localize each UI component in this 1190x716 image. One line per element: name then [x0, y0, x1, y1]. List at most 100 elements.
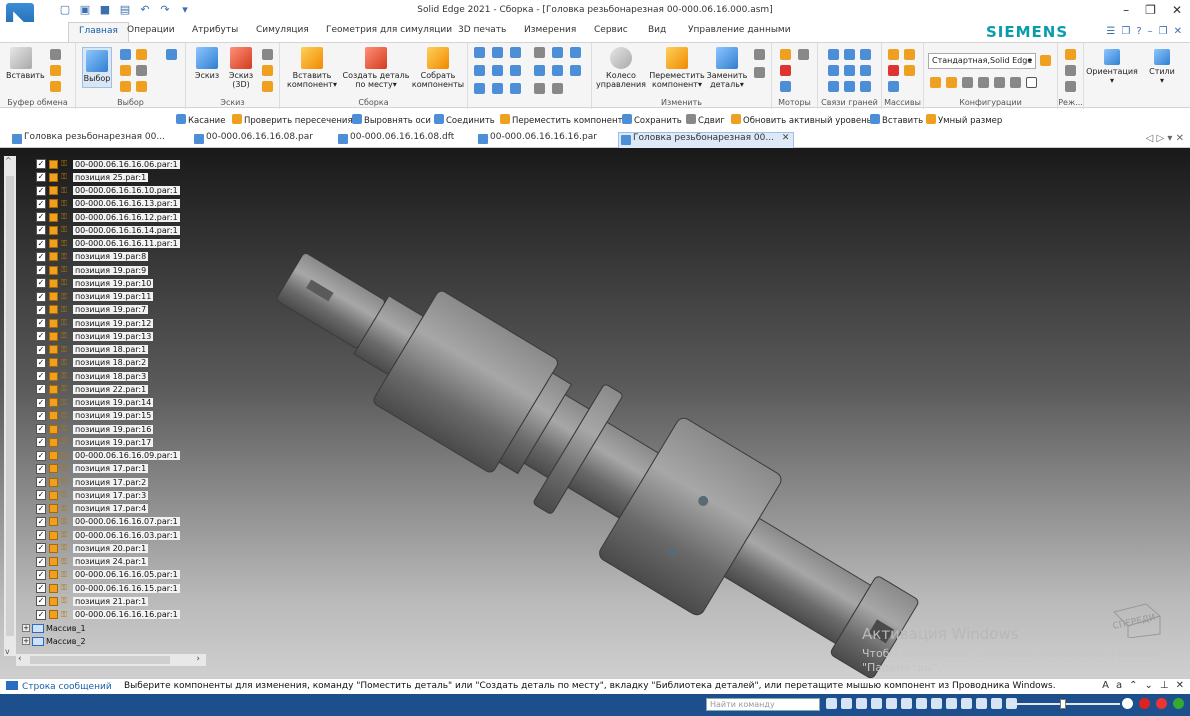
select-box-icon[interactable]	[120, 81, 131, 92]
relation-13-icon[interactable]	[474, 83, 485, 94]
tab-data-management[interactable]: Управление данными	[688, 25, 791, 35]
array-2-icon[interactable]	[904, 49, 915, 60]
tree-item[interactable]: ✓ ⚿ позиция 18.par:2	[36, 357, 149, 369]
tab-view[interactable]: Вид	[648, 25, 666, 35]
styles-button[interactable]: Стили ▾	[1142, 49, 1182, 85]
tree-item[interactable]: ✓ ⚿ 00-000.06.16.16.16.par:1	[36, 609, 180, 621]
visibility-checkbox[interactable]: ✓	[36, 291, 46, 302]
array-4-icon[interactable]	[904, 65, 915, 76]
relation-9-icon[interactable]	[510, 65, 521, 76]
tab-sim-geometry[interactable]: Геометрия для симуляции	[326, 25, 452, 35]
relation-15-icon[interactable]	[510, 83, 521, 94]
visibility-icon[interactable]	[946, 698, 957, 709]
visibility-checkbox[interactable]: ✓	[36, 397, 46, 408]
sketch-button[interactable]: Эскиз	[192, 47, 222, 80]
tree-item[interactable]: ✓ ⚿ 00-000.06.16.16.14.par:1	[36, 224, 180, 236]
face-rel-1-icon[interactable]	[828, 49, 839, 60]
rotate-icon[interactable]	[901, 698, 912, 709]
layout-icon[interactable]: ☰	[1106, 26, 1115, 37]
fit-icon[interactable]	[871, 698, 882, 709]
font-size-up-icon[interactable]: A	[1102, 680, 1109, 691]
tab-home[interactable]: Главная	[68, 22, 129, 42]
config-7-icon[interactable]	[1026, 77, 1037, 88]
create-in-place-button[interactable]: Создать деталь по месту▾	[342, 47, 410, 89]
cmd-align-axes[interactable]: Выровнять оси	[352, 114, 431, 126]
tree-horizontal-scrollbar[interactable]: ‹ ›	[16, 654, 206, 666]
replace-part-button[interactable]: Заменить деталь▾	[706, 47, 748, 89]
render-icon[interactable]	[991, 698, 1002, 709]
cmd-connect[interactable]: Соединить	[434, 114, 495, 126]
select-filter-icon[interactable]	[120, 49, 131, 60]
tree-item[interactable]: ✓ ⚿ 00-000.06.16.16.03.par:1	[36, 529, 180, 541]
relation-3-icon[interactable]	[510, 47, 521, 58]
visibility-checkbox[interactable]: ✓	[36, 225, 46, 236]
tree-item[interactable]: ✓ ⚿ позиция 17.par:3	[36, 489, 149, 501]
doc-close-icon[interactable]: ✕	[1174, 26, 1182, 37]
zoom-area-icon[interactable]	[841, 698, 852, 709]
tree-item[interactable]: ✓ ⚿ позиция 19.par:14	[36, 397, 154, 409]
visibility-checkbox[interactable]: ✓	[36, 530, 46, 540]
tree-item[interactable]: ✓ ⚿ позиция 19.par:17	[36, 436, 154, 448]
doc-restore-icon[interactable]: ❐	[1159, 26, 1168, 37]
close-panel-icon[interactable]: ✕	[1176, 680, 1184, 691]
doc-tab-assembly-active[interactable]: Головка резьбонарезная 00... ✕	[618, 132, 795, 148]
visibility-checkbox[interactable]: ✓	[36, 198, 46, 209]
tree-item[interactable]: ✓ ⚿ позиция 19.par:11	[36, 291, 154, 303]
doc-tab-dft-08[interactable]: 00-000.06.16.16.08.dft	[336, 132, 454, 148]
select-part-icon[interactable]	[136, 49, 147, 60]
visibility-checkbox[interactable]: ✓	[36, 212, 46, 222]
expand-panel-icon[interactable]: ⌃	[1129, 680, 1137, 691]
doc-tab-par-16[interactable]: 00-000.06.16.16.16.par	[476, 132, 597, 148]
select-button[interactable]: Выбор	[82, 47, 112, 88]
visibility-checkbox[interactable]: ✓	[36, 344, 46, 355]
tab-operations[interactable]: Операции	[127, 25, 175, 35]
face-rel-7-icon[interactable]	[828, 81, 839, 92]
tree-vertical-scrollbar[interactable]: ^ v	[4, 156, 16, 656]
visibility-checkbox[interactable]: ✓	[36, 278, 46, 289]
relation-6-icon[interactable]	[570, 47, 581, 58]
paste-button[interactable]: Вставить	[6, 47, 45, 80]
array-5-icon[interactable]	[888, 81, 899, 92]
visibility-checkbox[interactable]: ✓	[36, 609, 46, 620]
visibility-checkbox[interactable]: ✓	[36, 410, 46, 421]
tree-item[interactable]: ✓ ⚿ позиция 19.par:13	[36, 330, 154, 342]
tree-item[interactable]: ✓ ⚿ позиция 21.par:1	[36, 595, 149, 607]
zoom-select-icon[interactable]	[166, 49, 177, 60]
select-layer-icon[interactable]	[136, 81, 147, 92]
tree-item[interactable]: ✓ ⚿ позиция 19.par:7	[36, 304, 149, 316]
scroll-up-icon[interactable]: ^	[5, 156, 12, 165]
cmd-touch[interactable]: Касание	[176, 114, 225, 126]
tab-3d-print[interactable]: 3D печать	[458, 25, 506, 35]
tree-item[interactable]: ✓ ⚿ позиция 19.par:10	[36, 277, 154, 289]
tab-nav-arrows[interactable]: ◁ ▷ ▾ ✕	[1146, 133, 1184, 144]
visibility-checkbox[interactable]: ✓	[36, 238, 46, 249]
select-group-icon[interactable]	[120, 65, 131, 76]
sketch-tool-1-icon[interactable]	[262, 49, 273, 60]
view-cube-icon[interactable]: СПЕРЕДИ	[1108, 598, 1164, 638]
tree-item[interactable]: ✓ ⚿ позиция 18.par:3	[36, 370, 149, 382]
view-arrow-icon[interactable]	[826, 698, 837, 709]
scroll-right-icon[interactable]: ›	[196, 654, 200, 664]
format-painter-icon[interactable]	[50, 81, 61, 92]
tree-array-2[interactable]: + Массив_2	[22, 635, 86, 647]
visibility-checkbox[interactable]: ✓	[36, 318, 46, 328]
motor-2-icon[interactable]	[798, 49, 809, 60]
record-icon[interactable]	[1139, 698, 1150, 709]
tree-item[interactable]: ✓ ⚿ позиция 25.par:1	[36, 171, 149, 183]
copy-icon[interactable]	[50, 65, 61, 76]
relation-7-icon[interactable]	[474, 65, 485, 76]
relation-4-icon[interactable]	[534, 47, 545, 58]
tree-item[interactable]: ✓ ⚿ позиция 19.par:15	[36, 410, 154, 422]
tree-item[interactable]: ✓ ⚿ позиция 19.par:12	[36, 317, 154, 329]
tree-item[interactable]: ✓ ⚿ позиция 18.par:1	[36, 344, 149, 356]
tree-array-1[interactable]: + Массив_1	[22, 622, 86, 634]
tree-hscroll-thumb[interactable]	[30, 656, 170, 664]
tree-item[interactable]: ✓ ⚿ 00-000.06.16.16.13.par:1	[36, 198, 180, 210]
visibility-checkbox[interactable]: ✓	[36, 596, 46, 607]
tree-item[interactable]: ✓ ⚿ позиция 22.par:1	[36, 383, 149, 395]
face-rel-6-icon[interactable]	[860, 65, 871, 76]
relation-16-icon[interactable]	[534, 83, 545, 94]
visibility-checkbox[interactable]: ✓	[36, 503, 46, 514]
relation-5-icon[interactable]	[552, 47, 563, 58]
config-4-icon[interactable]	[978, 77, 989, 88]
